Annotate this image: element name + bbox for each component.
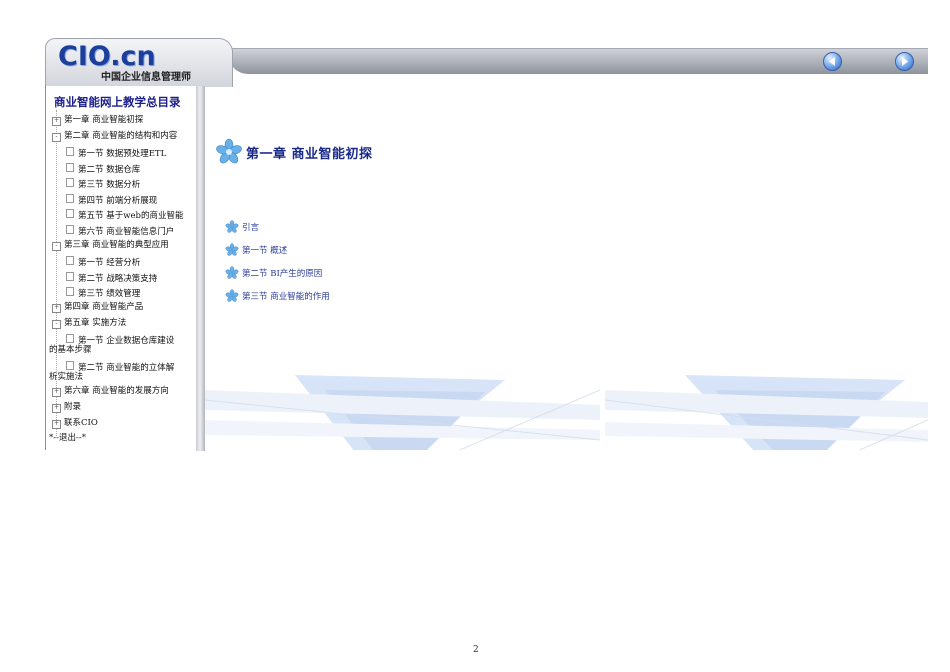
- star-bullet-icon: [225, 266, 239, 279]
- toc-section-5-1-wrap[interactable]: 的基本步骤: [49, 345, 92, 355]
- toc-section-2-5[interactable]: 第五节 基于web的商业智能: [66, 209, 183, 221]
- toc-section-3-1[interactable]: 第一节 经营分析: [66, 256, 140, 268]
- page-icon: [66, 194, 74, 203]
- star-bullet-icon: [216, 138, 242, 164]
- prev-button[interactable]: [823, 52, 842, 71]
- toc-chapter-4[interactable]: + 第四章 商业智能产品: [52, 302, 143, 313]
- toc-item-label-continued: 析实施法: [49, 372, 84, 382]
- collapse-icon: -: [52, 242, 61, 251]
- next-button[interactable]: [895, 52, 914, 71]
- page-icon: [66, 361, 74, 370]
- toc-chapter-5[interactable]: - 第五章 实施方法: [52, 318, 126, 329]
- toc-item-label: 第三章 商业智能的典型应用: [64, 240, 169, 250]
- exit-label: *--退出--*: [49, 433, 86, 443]
- expand-icon: +: [52, 304, 61, 313]
- toc-chapter-3[interactable]: - 第三章 商业智能的典型应用: [52, 240, 169, 251]
- logo-tab: CIO.cn 中国企业信息管理师: [45, 38, 233, 87]
- page-icon: [66, 287, 74, 296]
- toc-item-label: 第四章 商业智能产品: [64, 302, 144, 312]
- prev-arrow-icon: [829, 57, 835, 66]
- toc-item-label: 第五章 实施方法: [64, 318, 127, 328]
- toc-item-label: 第二节 数据仓库: [78, 165, 141, 175]
- toc-item-label: 第四节 前端分析展现: [78, 196, 158, 206]
- toc-section-2-3[interactable]: 第三节 数据分析: [66, 178, 140, 190]
- toc-chapter-1[interactable]: + 第一章 商业智能初探: [52, 115, 143, 126]
- toc-section-3-2[interactable]: 第二节 战略决策支持: [66, 272, 157, 284]
- toc-section-2-4[interactable]: 第四节 前端分析展现: [66, 194, 157, 206]
- page-icon: [66, 209, 74, 218]
- logo-subtitle: 中国企业信息管理师: [101, 72, 191, 83]
- toc-contact[interactable]: + 联系CIO: [52, 418, 98, 429]
- page-icon: [66, 163, 74, 172]
- link-section-1[interactable]: 第一节 概述: [225, 242, 287, 258]
- expand-icon: +: [52, 388, 61, 397]
- page-icon: [66, 225, 74, 234]
- toc-item-label: 第五节 基于web的商业智能: [78, 211, 184, 221]
- toc-item-label: 第二节 商业智能的立体解: [78, 363, 175, 373]
- page-icon: [66, 178, 74, 187]
- star-bullet-icon: [225, 243, 239, 256]
- toc-sidebar: 商业智能网上教学总目录 + 第一章 商业智能初探 - 第二章 商业智能的结构和内容 …: [45, 86, 202, 450]
- content-pane: 第一章 商业智能初探 引言 第一节 概述 第二节 BI产生的原因 第三节 商业智…: [205, 88, 928, 450]
- toc-section-2-1[interactable]: 第一节 数据预处理ETL: [66, 147, 166, 159]
- toc-item-label: 第三节 绩效管理: [78, 289, 141, 299]
- link-label: 第三节 商业智能的作用: [242, 292, 330, 302]
- chapter-heading: 第一章 商业智能初探: [215, 138, 373, 166]
- toc-item-label: 第一节 数据预处理ETL: [78, 149, 167, 159]
- decorative-background: [205, 375, 928, 450]
- link-label: 引言: [242, 223, 260, 233]
- link-label: 第二节 BI产生的原因: [242, 269, 323, 279]
- page-icon: [66, 256, 74, 265]
- toc-section-2-2[interactable]: 第二节 数据仓库: [66, 163, 140, 175]
- toc-title: 商业智能网上教学总目录: [54, 95, 181, 109]
- page-number: 2: [473, 645, 479, 655]
- sidebar-divider[interactable]: [196, 86, 205, 451]
- toc-chapter-2[interactable]: - 第二章 商业智能的结构和内容: [52, 131, 177, 142]
- page-icon: [66, 272, 74, 281]
- toc-item-label: 第六节 商业智能信息门户: [78, 227, 175, 237]
- toc-appendix[interactable]: + 附录: [52, 402, 81, 413]
- toc-item-label: 附录: [64, 402, 82, 412]
- toc-section-5-2-wrap[interactable]: 析实施法: [49, 372, 83, 382]
- toc-item-label: 联系CIO: [64, 418, 98, 428]
- toc-item-label: 第三节 数据分析: [78, 180, 141, 190]
- toc-item-label-continued: 的基本步骤: [49, 345, 92, 355]
- toc-item-label: 第一节 企业数据仓库建设: [78, 336, 175, 346]
- toc-section-3-3[interactable]: 第三节 绩效管理: [66, 287, 140, 299]
- star-bullet-icon: [225, 289, 239, 302]
- toc-item-label: 第六章 商业智能的发展方向: [64, 386, 169, 396]
- expand-icon: +: [52, 404, 61, 413]
- header: CIO.cn 中国企业信息管理师: [45, 38, 928, 88]
- star-bullet-icon: [225, 220, 239, 233]
- toc-item-label: 第二章 商业智能的结构和内容: [64, 131, 178, 141]
- expand-icon: +: [52, 420, 61, 429]
- page-icon: [66, 147, 74, 156]
- toc-item-label: 第一章 商业智能初探: [64, 115, 144, 125]
- toc-chapter-6[interactable]: + 第六章 商业智能的发展方向: [52, 386, 169, 397]
- toc-item-label: 第二节 战略决策支持: [78, 274, 158, 284]
- next-arrow-icon: [902, 57, 908, 66]
- collapse-icon: -: [52, 133, 61, 142]
- exit-link[interactable]: *--退出--*: [49, 433, 86, 443]
- collapse-icon: -: [52, 320, 61, 329]
- link-section-3[interactable]: 第三节 商业智能的作用: [225, 288, 330, 304]
- link-label: 第一节 概述: [242, 246, 288, 256]
- link-intro[interactable]: 引言: [225, 219, 259, 235]
- expand-icon: +: [52, 117, 61, 126]
- link-section-2[interactable]: 第二节 BI产生的原因: [225, 265, 322, 281]
- toc-section-2-6[interactable]: 第六节 商业智能信息门户: [66, 225, 174, 237]
- toc-item-label: 第一节 经营分析: [78, 258, 141, 268]
- chapter-title: 第一章 商业智能初探: [246, 146, 373, 162]
- page-icon: [66, 334, 74, 343]
